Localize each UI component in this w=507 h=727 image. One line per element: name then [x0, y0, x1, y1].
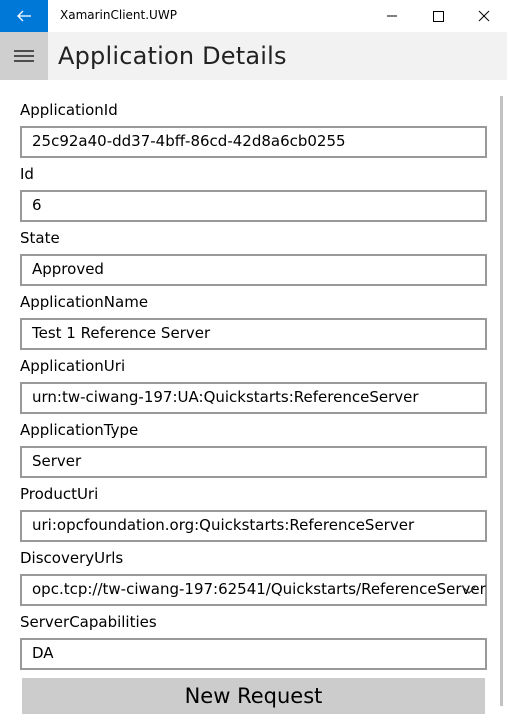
field-value: urn:tw-ciwang-197:UA:Quickstarts:Referen…	[32, 388, 419, 406]
server-capabilities-field[interactable]: DA	[20, 638, 487, 670]
hamburger-menu-icon	[14, 50, 34, 62]
minimize-button[interactable]	[369, 0, 415, 32]
close-button[interactable]	[461, 0, 507, 32]
title-bar: XamarinClient.UWP	[0, 0, 507, 32]
field-value: 25c92a40-dd37-4bff-86cd-42d8a6cb0255	[32, 132, 346, 150]
application-uri-field[interactable]: urn:tw-ciwang-197:UA:Quickstarts:Referen…	[20, 382, 487, 414]
product-uri-field[interactable]: uri:opcfoundation.org:Quickstarts:Refere…	[20, 510, 487, 542]
application-id-field[interactable]: 25c92a40-dd37-4bff-86cd-42d8a6cb0255	[20, 126, 487, 158]
label-discovery-urls: DiscoveryUrls	[20, 549, 124, 567]
label-application-name: ApplicationName	[20, 293, 149, 311]
page-header: Application Details	[0, 32, 507, 80]
page-title: Application Details	[58, 42, 287, 70]
scrollbar[interactable]	[500, 96, 503, 706]
label-id: Id	[20, 165, 34, 183]
field-value: DA	[32, 644, 54, 662]
back-arrow-icon	[17, 10, 31, 22]
field-value: 6	[32, 196, 42, 214]
state-field[interactable]: Approved	[20, 254, 487, 286]
back-button[interactable]	[0, 0, 48, 32]
hamburger-button[interactable]	[0, 32, 48, 80]
app-title: XamarinClient.UWP	[60, 8, 177, 22]
discovery-urls-dropdown[interactable]: opc.tcp://tw-ciwang-197:62541/Quickstart…	[20, 574, 487, 606]
maximize-icon	[433, 11, 444, 22]
field-value: uri:opcfoundation.org:Quickstarts:Refere…	[32, 516, 415, 534]
label-state: State	[20, 229, 60, 247]
new-request-button[interactable]: New Request	[22, 678, 485, 714]
label-product-uri: ProductUri	[20, 485, 99, 503]
application-type-field[interactable]: Server	[20, 446, 487, 478]
field-value: Approved	[32, 260, 104, 278]
field-value: Server	[32, 452, 82, 470]
maximize-button[interactable]	[415, 0, 461, 32]
label-application-id: ApplicationId	[20, 101, 118, 119]
field-value: Test 1 Reference Server	[32, 324, 211, 342]
minimize-icon	[387, 15, 397, 17]
chevron-down-icon	[462, 586, 476, 594]
label-application-type: ApplicationType	[20, 421, 139, 439]
label-server-capabilities: ServerCapabilities	[20, 613, 157, 631]
label-application-uri: ApplicationUri	[20, 357, 126, 375]
close-icon	[478, 10, 490, 22]
dropdown-selected-value: opc.tcp://tw-ciwang-197:62541/Quickstart…	[32, 580, 486, 598]
id-field[interactable]: 6	[20, 190, 487, 222]
application-name-field[interactable]: Test 1 Reference Server	[20, 318, 487, 350]
